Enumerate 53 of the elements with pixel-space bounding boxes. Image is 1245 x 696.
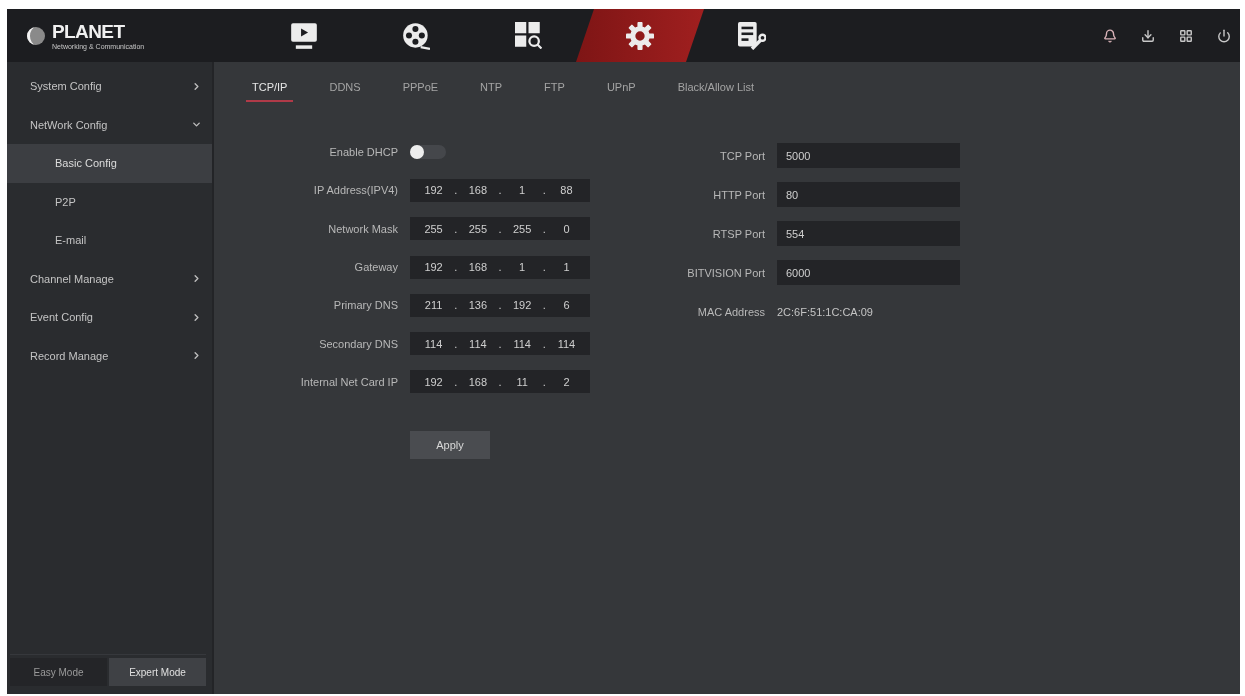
bell-icon[interactable]	[1103, 28, 1117, 43]
field-label: TCP Port	[719, 149, 765, 162]
sidebar-subitem[interactable]: P2P	[7, 182, 212, 221]
dhcp-toggle[interactable]	[410, 145, 446, 160]
port-input[interactable]: 554	[777, 221, 960, 246]
logo-icon	[26, 25, 46, 46]
sidebar-subitem[interactable]: Basic Config	[7, 144, 212, 183]
ip-address-field[interactable]: 211 . 136 . 192 . 6	[410, 293, 590, 317]
sidebar-item[interactable]: Event Config	[7, 298, 212, 337]
field-label: MAC Address	[697, 305, 765, 318]
field-label: Primary DNS	[333, 299, 398, 312]
tab[interactable]: PPPoE	[396, 74, 445, 102]
ip-address-field[interactable]: 192 . 168 . 1 . 1	[410, 255, 590, 279]
apply-button[interactable]: Apply	[410, 431, 490, 460]
ip-address-field[interactable]: 192 . 168 . 11 . 2	[410, 370, 590, 394]
grid-icon[interactable]	[1179, 28, 1193, 43]
grid-search-icon	[514, 22, 542, 49]
port-input[interactable]: 6000	[777, 260, 960, 285]
download-icon[interactable]	[1141, 28, 1155, 43]
sidebar-item[interactable]: Record Manage	[7, 336, 212, 375]
mode-button[interactable]: Easy Mode	[10, 658, 107, 686]
tab[interactable]: DDNS	[323, 74, 367, 102]
document-wrench-icon	[738, 21, 766, 50]
film-reel-icon	[402, 21, 430, 50]
tab[interactable]: FTP	[538, 74, 571, 102]
sidebar-item[interactable]: Channel Manage	[7, 259, 212, 298]
port-input[interactable]: 5000	[777, 143, 960, 168]
mode-button[interactable]: Expert Mode	[109, 658, 206, 686]
field-label: HTTP Port	[713, 188, 765, 201]
sidebar-item[interactable]: System Config	[7, 67, 212, 106]
field-label: Gateway	[354, 261, 398, 274]
field-label: IP Address(IPV4)	[313, 184, 398, 197]
tab[interactable]: TCP/IP	[246, 74, 294, 102]
tab[interactable]: NTP	[474, 74, 509, 102]
field-label: Internal Net Card IP	[300, 375, 398, 388]
field-label: Secondary DNS	[319, 337, 398, 350]
field-label: BITVISION Port	[687, 266, 765, 279]
port-input[interactable]: 80	[777, 182, 960, 207]
tab[interactable]: UPnP	[600, 74, 642, 102]
field-label: RTSP Port	[712, 227, 765, 240]
power-icon[interactable]	[1217, 28, 1231, 43]
tab[interactable]: Black/Allow List	[671, 74, 761, 102]
ip-address-field[interactable]: 192 . 168 . 1 . 88	[410, 178, 590, 202]
ip-address-field[interactable]: 255 . 255 . 255 . 0	[410, 217, 590, 241]
field-label: Enable DHCP	[329, 146, 398, 159]
sidebar-item[interactable]: NetWork Config	[7, 105, 212, 144]
play-screen-icon	[290, 22, 318, 49]
field-label: Network Mask	[328, 222, 398, 235]
gear-icon	[626, 21, 654, 50]
mac-address-value: 2C:6F:51:1C:CA:09	[777, 305, 874, 318]
sidebar-subitem[interactable]: E-mail	[7, 221, 212, 260]
logo-text: PLANET	[52, 21, 126, 41]
ip-address-field[interactable]: 114 . 114 . 114 . 114	[410, 332, 590, 356]
